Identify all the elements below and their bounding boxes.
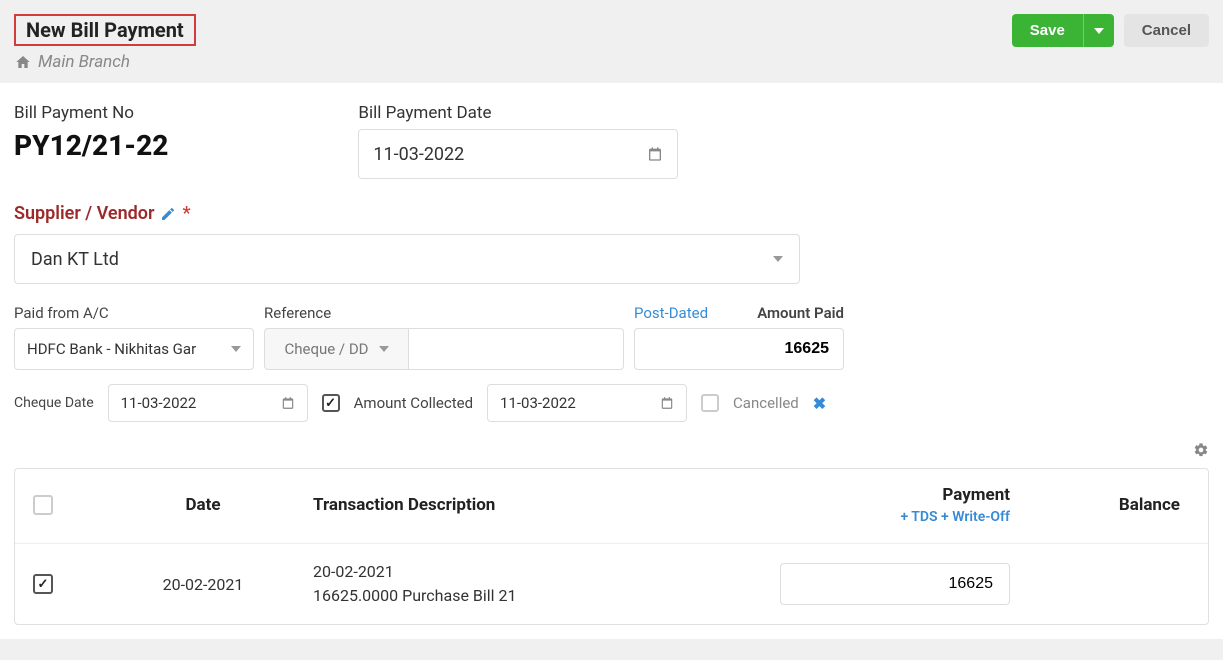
col-reference: Reference Cheque / DD bbox=[264, 304, 624, 370]
gear-icon[interactable] bbox=[1193, 442, 1209, 458]
paid-from-value: HDFC Bank - Nikhitas Gar bbox=[27, 340, 196, 358]
bill-date-value: 11-03-2022 bbox=[373, 144, 464, 165]
paid-from-select[interactable]: HDFC Bank - Nikhitas Gar bbox=[14, 328, 254, 370]
th-payment-sublink[interactable]: + TDS + Write-Off bbox=[750, 509, 1010, 525]
col-bill-no: Bill Payment No PY12/21-22 bbox=[14, 103, 168, 179]
th-check bbox=[33, 495, 93, 515]
save-dropdown-button[interactable] bbox=[1083, 14, 1114, 47]
pencil-icon[interactable] bbox=[160, 206, 176, 222]
collected-date-input[interactable]: 11-03-2022 bbox=[487, 384, 687, 422]
cheque-date-value: 11-03-2022 bbox=[121, 394, 197, 412]
title-box: New Bill Payment bbox=[14, 14, 196, 46]
table-row: 20-02-2021 20-02-2021 16625.0000 Purchas… bbox=[15, 544, 1208, 624]
supplier-value: Dan KT Ltd bbox=[31, 249, 119, 270]
caret-down-icon bbox=[773, 256, 783, 262]
reference-type-select[interactable]: Cheque / DD bbox=[264, 328, 409, 370]
amount-paid-input[interactable] bbox=[634, 328, 844, 370]
cheque-date-input[interactable]: 11-03-2022 bbox=[108, 384, 308, 422]
td-check bbox=[33, 574, 93, 594]
th-description: Transaction Description bbox=[313, 495, 750, 515]
amount-collected-label: Amount Collected bbox=[354, 394, 473, 412]
home-icon bbox=[14, 54, 32, 70]
th-balance: Balance bbox=[1010, 495, 1190, 515]
amount-paid-label: Amount Paid bbox=[757, 304, 844, 322]
supplier-label-row: Supplier / Vendor * bbox=[14, 203, 1209, 224]
col-paid-from: Paid from A/C HDFC Bank - Nikhitas Gar bbox=[14, 304, 254, 370]
settings-row bbox=[14, 436, 1209, 468]
calendar-icon bbox=[647, 146, 663, 162]
bill-date-input[interactable]: 11-03-2022 bbox=[358, 129, 678, 179]
supplier-select[interactable]: Dan KT Ltd bbox=[14, 234, 800, 284]
bill-no-value: PY12/21-22 bbox=[14, 129, 168, 162]
collected-date-value: 11-03-2022 bbox=[500, 394, 576, 412]
cancel-button[interactable]: Cancel bbox=[1124, 14, 1209, 47]
calendar-icon bbox=[660, 396, 674, 410]
row-cheque-details: Cheque Date 11-03-2022 Amount Collected … bbox=[14, 384, 1209, 422]
paid-from-label: Paid from A/C bbox=[14, 304, 254, 322]
reference-label: Reference bbox=[264, 304, 624, 322]
cancelled-label: Cancelled bbox=[733, 394, 799, 412]
bill-no-label: Bill Payment No bbox=[14, 103, 168, 123]
payment-input[interactable] bbox=[780, 563, 1010, 605]
required-indicator: * bbox=[182, 203, 190, 224]
reference-input[interactable] bbox=[409, 328, 624, 370]
post-dated-link[interactable]: Post-Dated bbox=[634, 304, 708, 322]
td-description: 20-02-2021 16625.0000 Purchase Bill 21 bbox=[313, 560, 750, 608]
select-all-checkbox[interactable] bbox=[33, 495, 53, 515]
caret-down-icon bbox=[1094, 28, 1104, 34]
td-desc-line1: 20-02-2021 bbox=[313, 560, 750, 584]
row-bill-info: Bill Payment No PY12/21-22 Bill Payment … bbox=[14, 103, 1209, 179]
reference-type-value: Cheque / DD bbox=[284, 340, 368, 358]
th-payment: Payment + TDS + Write-Off bbox=[750, 485, 1010, 525]
th-date: Date bbox=[93, 495, 313, 515]
amount-collected-checkbox[interactable] bbox=[322, 394, 340, 412]
td-desc-line2: 16625.0000 Purchase Bill 21 bbox=[313, 584, 750, 608]
td-date: 20-02-2021 bbox=[93, 575, 313, 594]
td-payment bbox=[750, 563, 1010, 605]
th-payment-label: Payment bbox=[750, 485, 1010, 505]
table-header-row: Date Transaction Description Payment + T… bbox=[15, 469, 1208, 544]
clear-icon[interactable]: ✖ bbox=[813, 394, 826, 413]
header-actions: Save Cancel bbox=[1012, 14, 1209, 47]
page-header: New Bill Payment Main Branch Save Cancel bbox=[0, 0, 1223, 82]
page-title: New Bill Payment bbox=[26, 18, 184, 42]
row-payment-details: Paid from A/C HDFC Bank - Nikhitas Gar R… bbox=[14, 304, 1209, 370]
save-button[interactable]: Save bbox=[1012, 14, 1083, 47]
col-amount-paid: Post-Dated Amount Paid bbox=[634, 304, 844, 370]
branch-line: Main Branch bbox=[14, 52, 196, 72]
transactions-table: Date Transaction Description Payment + T… bbox=[14, 468, 1209, 625]
header-left: New Bill Payment Main Branch bbox=[14, 14, 196, 72]
save-button-group: Save bbox=[1012, 14, 1114, 47]
caret-down-icon bbox=[231, 346, 241, 352]
col-bill-date: Bill Payment Date 11-03-2022 bbox=[358, 103, 678, 179]
branch-name: Main Branch bbox=[38, 52, 130, 72]
content-area: Bill Payment No PY12/21-22 Bill Payment … bbox=[0, 83, 1223, 639]
caret-down-icon bbox=[379, 346, 389, 352]
calendar-icon bbox=[281, 396, 295, 410]
supplier-label: Supplier / Vendor bbox=[14, 203, 154, 224]
cancelled-checkbox[interactable] bbox=[701, 394, 719, 412]
cheque-date-label: Cheque Date bbox=[14, 395, 94, 411]
row-checkbox[interactable] bbox=[33, 574, 53, 594]
bill-date-label: Bill Payment Date bbox=[358, 103, 678, 123]
